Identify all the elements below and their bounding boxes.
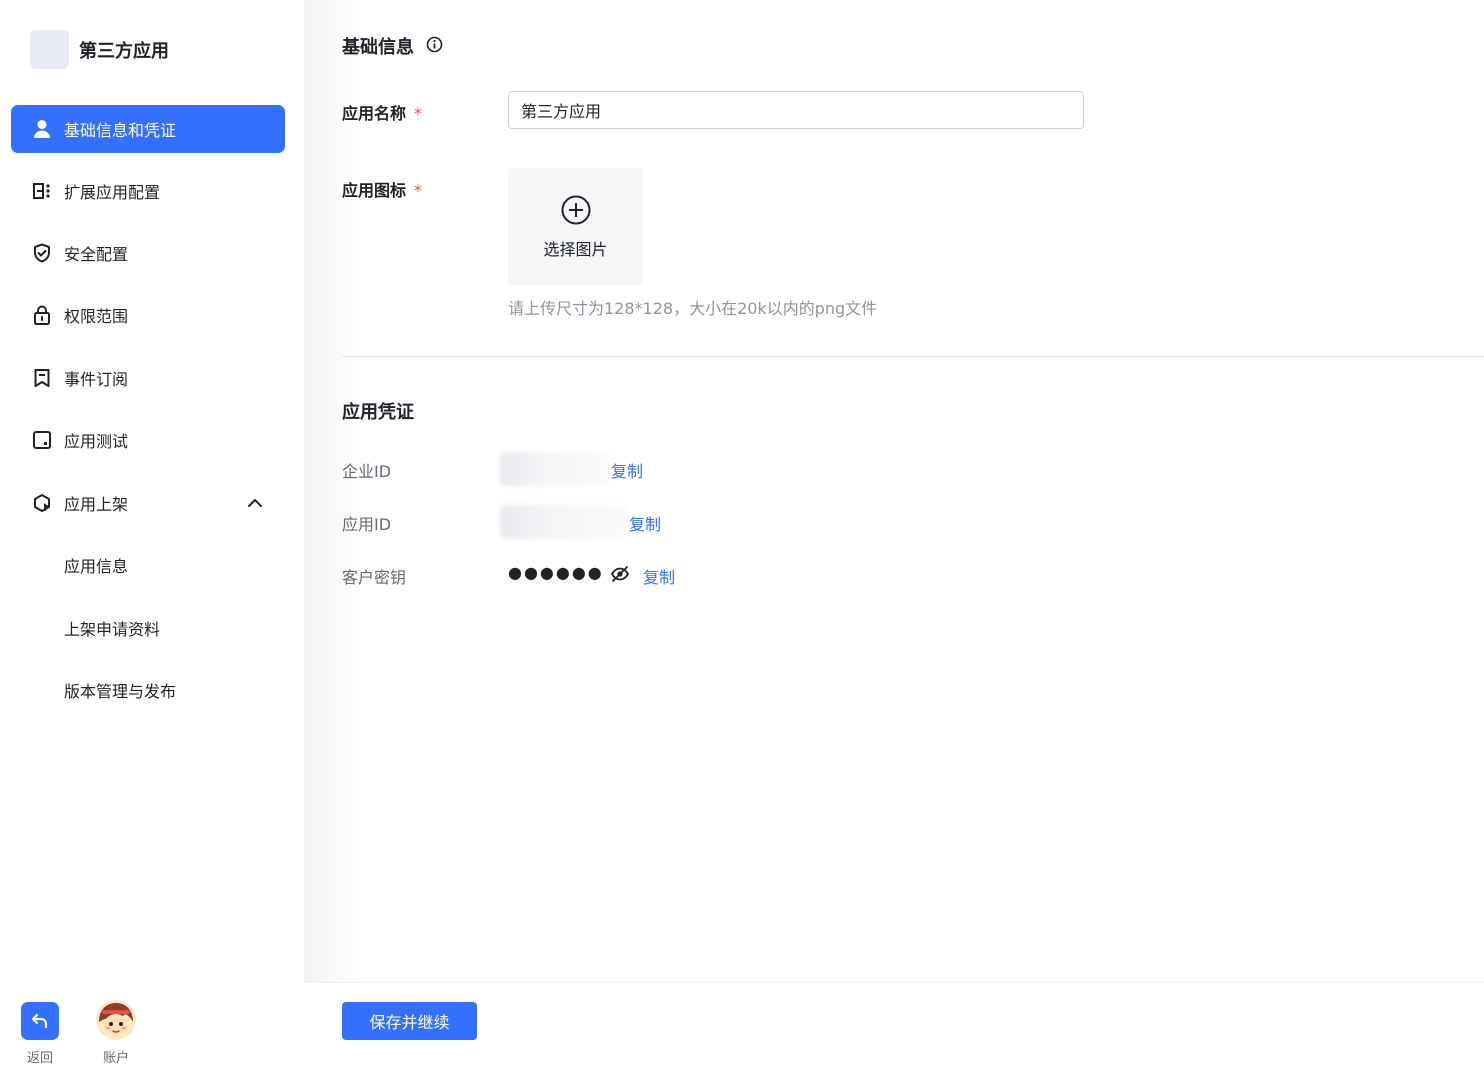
app-logo [30,30,69,69]
avatar[interactable] [96,1000,136,1040]
app-icon-label: 应用图标 * [342,181,423,200]
footer-bar [304,982,1484,1066]
corp-id-copy-link[interactable]: 复制 [611,458,643,482]
sidebar: 第三方应用 基础信息和凭证 扩展应用配置 安全配置 权限范围 事件订阅 应用测试… [0,0,304,1066]
upload-hint: 请上传尺寸为128*128，大小在20k以内的png文件 [508,299,878,318]
app-id-label: 应用ID [342,515,392,534]
sidebar-item-label: 应用上架 [64,495,129,514]
sidebar-item-app-test[interactable]: 应用测试 [11,416,285,464]
test-box-icon [31,429,53,451]
sidebar-item-app-info[interactable]: 应用信息 [11,541,285,589]
avatar-image [96,1000,136,1040]
plus-circle-icon [561,195,591,225]
corp-id-value-blurred [500,452,610,486]
sidebar-item-label: 权限范围 [64,307,129,326]
app-name-label: 应用名称 * [342,104,423,123]
eye-off-icon[interactable] [610,564,630,584]
publish-icon [31,492,53,514]
account-label: 账户 [102,1051,129,1066]
chevron-up-icon[interactable] [245,493,265,513]
client-secret-copy-link[interactable]: 复制 [643,564,675,588]
shield-icon [31,242,53,264]
sidebar-item-label: 安全配置 [64,245,129,264]
sidebar-item-label: 应用信息 [64,557,129,576]
back-label: 返回 [26,1051,53,1066]
user-icon [31,118,53,140]
sidebar-item-publish-application[interactable]: 上架申请资料 [11,604,285,652]
sidebar-item-app-publish[interactable]: 应用上架 [11,479,285,527]
sidebar-item-label: 事件订阅 [64,370,129,389]
list-config-icon [31,180,53,202]
bookmark-icon [31,367,53,389]
app-id-copy-link[interactable]: 复制 [629,511,661,535]
sidebar-item-label: 应用测试 [64,432,129,451]
main-content [304,0,1484,982]
upload-label: 选择图片 [543,240,608,259]
sidebar-item-label: 版本管理与发布 [64,682,177,701]
sidebar-item-version-management[interactable]: 版本管理与发布 [11,666,285,714]
sidebar-item-extension-config[interactable]: 扩展应用配置 [11,167,285,215]
sidebar-item-event-subscription[interactable]: 事件订阅 [11,354,285,402]
sidebar-bottom-bar: 返回 账户 [0,1000,304,1066]
app-header: 第三方应用 [30,30,169,69]
required-mark: * [414,104,423,123]
client-secret-masked: ●●●●●● [508,563,604,582]
app-name: 第三方应用 [79,40,169,62]
sidebar-item-basic-info[interactable]: 基础信息和凭证 [11,105,285,153]
icon-upload-area[interactable]: 选择图片 [508,168,643,286]
sidebar-item-label: 基础信息和凭证 [64,121,177,140]
sidebar-item-label: 扩展应用配置 [64,183,161,202]
app-id-value-blurred [500,505,628,539]
corp-id-label: 企业ID [342,462,392,481]
sidebar-item-label: 上架申请资料 [64,620,161,639]
save-and-continue-button[interactable]: 保存并继续 [342,1002,477,1040]
divider [342,356,1484,357]
client-secret-label: 客户密钥 [342,568,407,587]
lock-icon [31,304,53,326]
section-title-credentials: 应用凭证 [342,402,414,423]
info-icon[interactable] [426,36,443,53]
sidebar-item-security-config[interactable]: 安全配置 [11,229,285,277]
sidebar-item-permission-scope[interactable]: 权限范围 [11,291,285,339]
app-name-input[interactable] [508,91,1084,129]
required-mark: * [414,181,423,200]
section-title-basic-info: 基础信息 [342,37,414,58]
back-button[interactable] [21,1002,59,1040]
back-arrow-icon [31,1013,48,1029]
